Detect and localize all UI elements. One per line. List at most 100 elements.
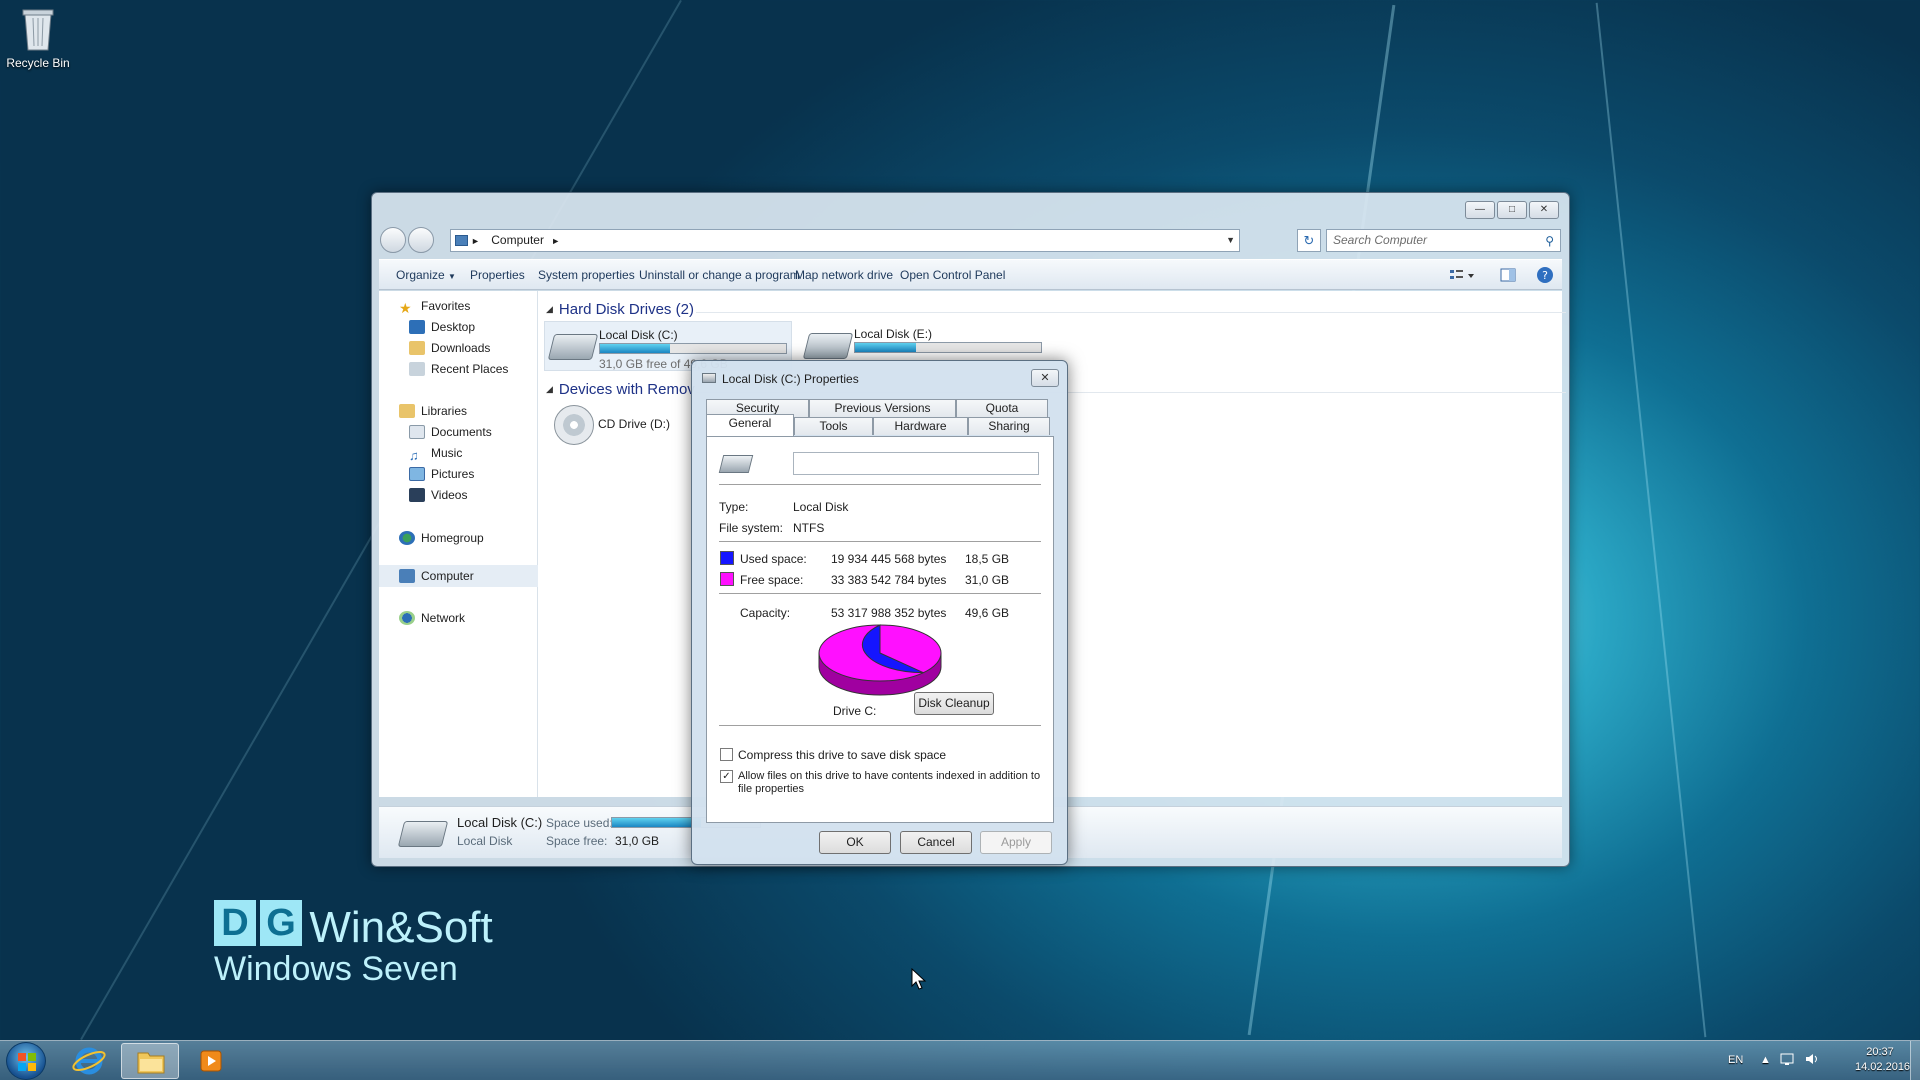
address-dropdown-icon[interactable]: ▼ [1226, 230, 1235, 251]
tab-hardware[interactable]: Hardware [873, 417, 968, 435]
removable-devices-header[interactable]: ◢ Devices with Remov [546, 381, 695, 398]
cancel-button[interactable]: Cancel [900, 831, 972, 854]
cd-drive-icon [554, 405, 594, 445]
taskbar: EN ▲ 20:37 14.02.2016 [0, 1040, 1920, 1080]
nav-pictures[interactable]: Pictures [409, 467, 474, 481]
index-checkbox[interactable]: ✓ [720, 770, 733, 783]
taskbar-internet-explorer[interactable] [60, 1043, 118, 1079]
drive-c-name: Local Disk (C:) [599, 328, 678, 342]
collapse-icon: ◢ [546, 304, 553, 314]
organize-menu[interactable]: Organize ▼ [396, 268, 456, 282]
dialog-title: Local Disk (C:) Properties [722, 372, 859, 386]
network-tray-icon[interactable] [1780, 1052, 1796, 1069]
clock[interactable]: 20:37 14.02.2016 [1855, 1046, 1910, 1073]
tab-sharing[interactable]: Sharing [968, 417, 1050, 435]
back-button[interactable] [380, 227, 406, 253]
media-player-icon [200, 1050, 222, 1072]
wallpaper-branding: DG Win&Soft Windows Seven [214, 900, 493, 989]
nav-network[interactable]: Network [399, 611, 465, 625]
view-options-icon[interactable] [1449, 266, 1474, 284]
free-space-label: Free space: [740, 573, 804, 587]
hard-disk-drives-header[interactable]: ◢ Hard Disk Drives (2) [546, 301, 694, 318]
tab-tools[interactable]: Tools [794, 417, 873, 435]
map-network-drive-button[interactable]: Map network drive [795, 268, 893, 282]
nav-recent-places[interactable]: Recent Places [409, 362, 508, 376]
tab-previous-versions[interactable]: Previous Versions [809, 399, 956, 417]
hard-drive-icon [802, 333, 854, 359]
show-desktop-button[interactable] [1910, 1041, 1920, 1080]
network-icon [399, 611, 415, 625]
close-button[interactable]: ✕ [1529, 201, 1559, 219]
nav-desktop[interactable]: Desktop [409, 320, 475, 334]
start-button[interactable] [6, 1042, 46, 1080]
nav-videos[interactable]: Videos [409, 488, 467, 502]
tab-general[interactable]: General [706, 414, 794, 436]
drive-d-name: CD Drive (D:) [598, 417, 670, 431]
separator [719, 593, 1041, 594]
file-system-value: NTFS [793, 521, 825, 535]
taskbar-media-player[interactable] [182, 1043, 240, 1079]
libraries-icon [399, 404, 415, 418]
forward-button[interactable] [408, 227, 434, 253]
language-indicator[interactable]: EN [1728, 1054, 1743, 1066]
separator [719, 484, 1041, 485]
nav-documents[interactable]: Documents [409, 425, 492, 439]
desktop-icon [409, 320, 425, 334]
volume-label-input[interactable] [793, 452, 1039, 475]
collapse-icon: ◢ [546, 384, 553, 394]
branding-letter-d: D [214, 900, 256, 946]
apply-button[interactable]: Apply [980, 831, 1052, 854]
tab-quota[interactable]: Quota [956, 399, 1048, 417]
type-value: Local Disk [793, 500, 849, 514]
windows-logo-icon [18, 1053, 36, 1071]
used-space-label: Used space: [740, 552, 807, 566]
system-properties-button[interactable]: System properties [538, 268, 635, 282]
star-icon: ★ [399, 300, 412, 316]
taskbar-windows-explorer[interactable] [121, 1043, 179, 1079]
nav-homegroup[interactable]: Homegroup [399, 531, 484, 545]
search-input[interactable]: Search Computer ⚲ [1326, 229, 1561, 252]
address-field[interactable]: ► Computer ► ▼ [450, 229, 1240, 252]
mouse-cursor-icon [911, 968, 927, 990]
file-system-label: File system: [719, 521, 784, 535]
maximize-button[interactable]: □ [1497, 201, 1527, 219]
dialog-close-button[interactable]: ✕ [1031, 369, 1059, 387]
volume-tray-icon[interactable] [1804, 1052, 1820, 1069]
folder-icon [137, 1052, 165, 1074]
index-label: Allow files on this drive to have conten… [738, 770, 1041, 795]
drive-e-usage-fill [855, 343, 917, 352]
documents-icon [409, 425, 425, 439]
address-bar-row: ► Computer ► ▼ ↻ Search Computer ⚲ [380, 227, 1561, 253]
window-caption-buttons: — □ ✕ [1465, 201, 1559, 219]
nav-downloads[interactable]: Downloads [409, 341, 490, 355]
nav-favorites[interactable]: ★ Favorites [399, 299, 470, 316]
help-icon[interactable]: ? [1536, 266, 1554, 284]
navigation-pane: ★ Favorites Desktop Downloads Recent Plac… [379, 291, 538, 797]
drive-e-name: Local Disk (E:) [854, 327, 933, 341]
downloads-icon [409, 341, 425, 355]
compress-checkbox[interactable] [720, 748, 733, 761]
uninstall-program-button[interactable]: Uninstall or change a program [639, 268, 800, 282]
open-control-panel-button[interactable]: Open Control Panel [900, 268, 1005, 282]
disk-cleanup-button[interactable]: Disk Cleanup [914, 692, 994, 715]
pictures-icon [409, 467, 425, 481]
ok-button[interactable]: OK [819, 831, 891, 854]
nav-computer[interactable]: Computer [399, 569, 474, 583]
videos-icon [409, 488, 425, 502]
drive-icon [702, 373, 716, 383]
properties-dialog[interactable]: Local Disk (C:) Properties ✕ Security Pr… [691, 360, 1068, 865]
show-hidden-icons[interactable]: ▲ [1760, 1054, 1771, 1066]
group-divider [696, 312, 1566, 313]
breadcrumb-computer[interactable]: Computer [491, 233, 544, 247]
preview-pane-icon[interactable] [1499, 266, 1517, 284]
properties-button[interactable]: Properties [470, 268, 525, 282]
free-space-gb: 31,0 GB [965, 573, 1010, 587]
free-space-bytes: 33 383 542 784 bytes [831, 573, 947, 587]
minimize-button[interactable]: — [1465, 201, 1495, 219]
nav-libraries[interactable]: Libraries [399, 404, 467, 418]
refresh-button[interactable]: ↻ [1297, 229, 1321, 252]
type-label: Type: [719, 500, 749, 514]
nav-music[interactable]: ♫ Music [409, 446, 462, 463]
recycle-bin-shortcut[interactable]: Recycle Bin [4, 6, 72, 70]
clock-time: 20:37 [1866, 1046, 1894, 1058]
